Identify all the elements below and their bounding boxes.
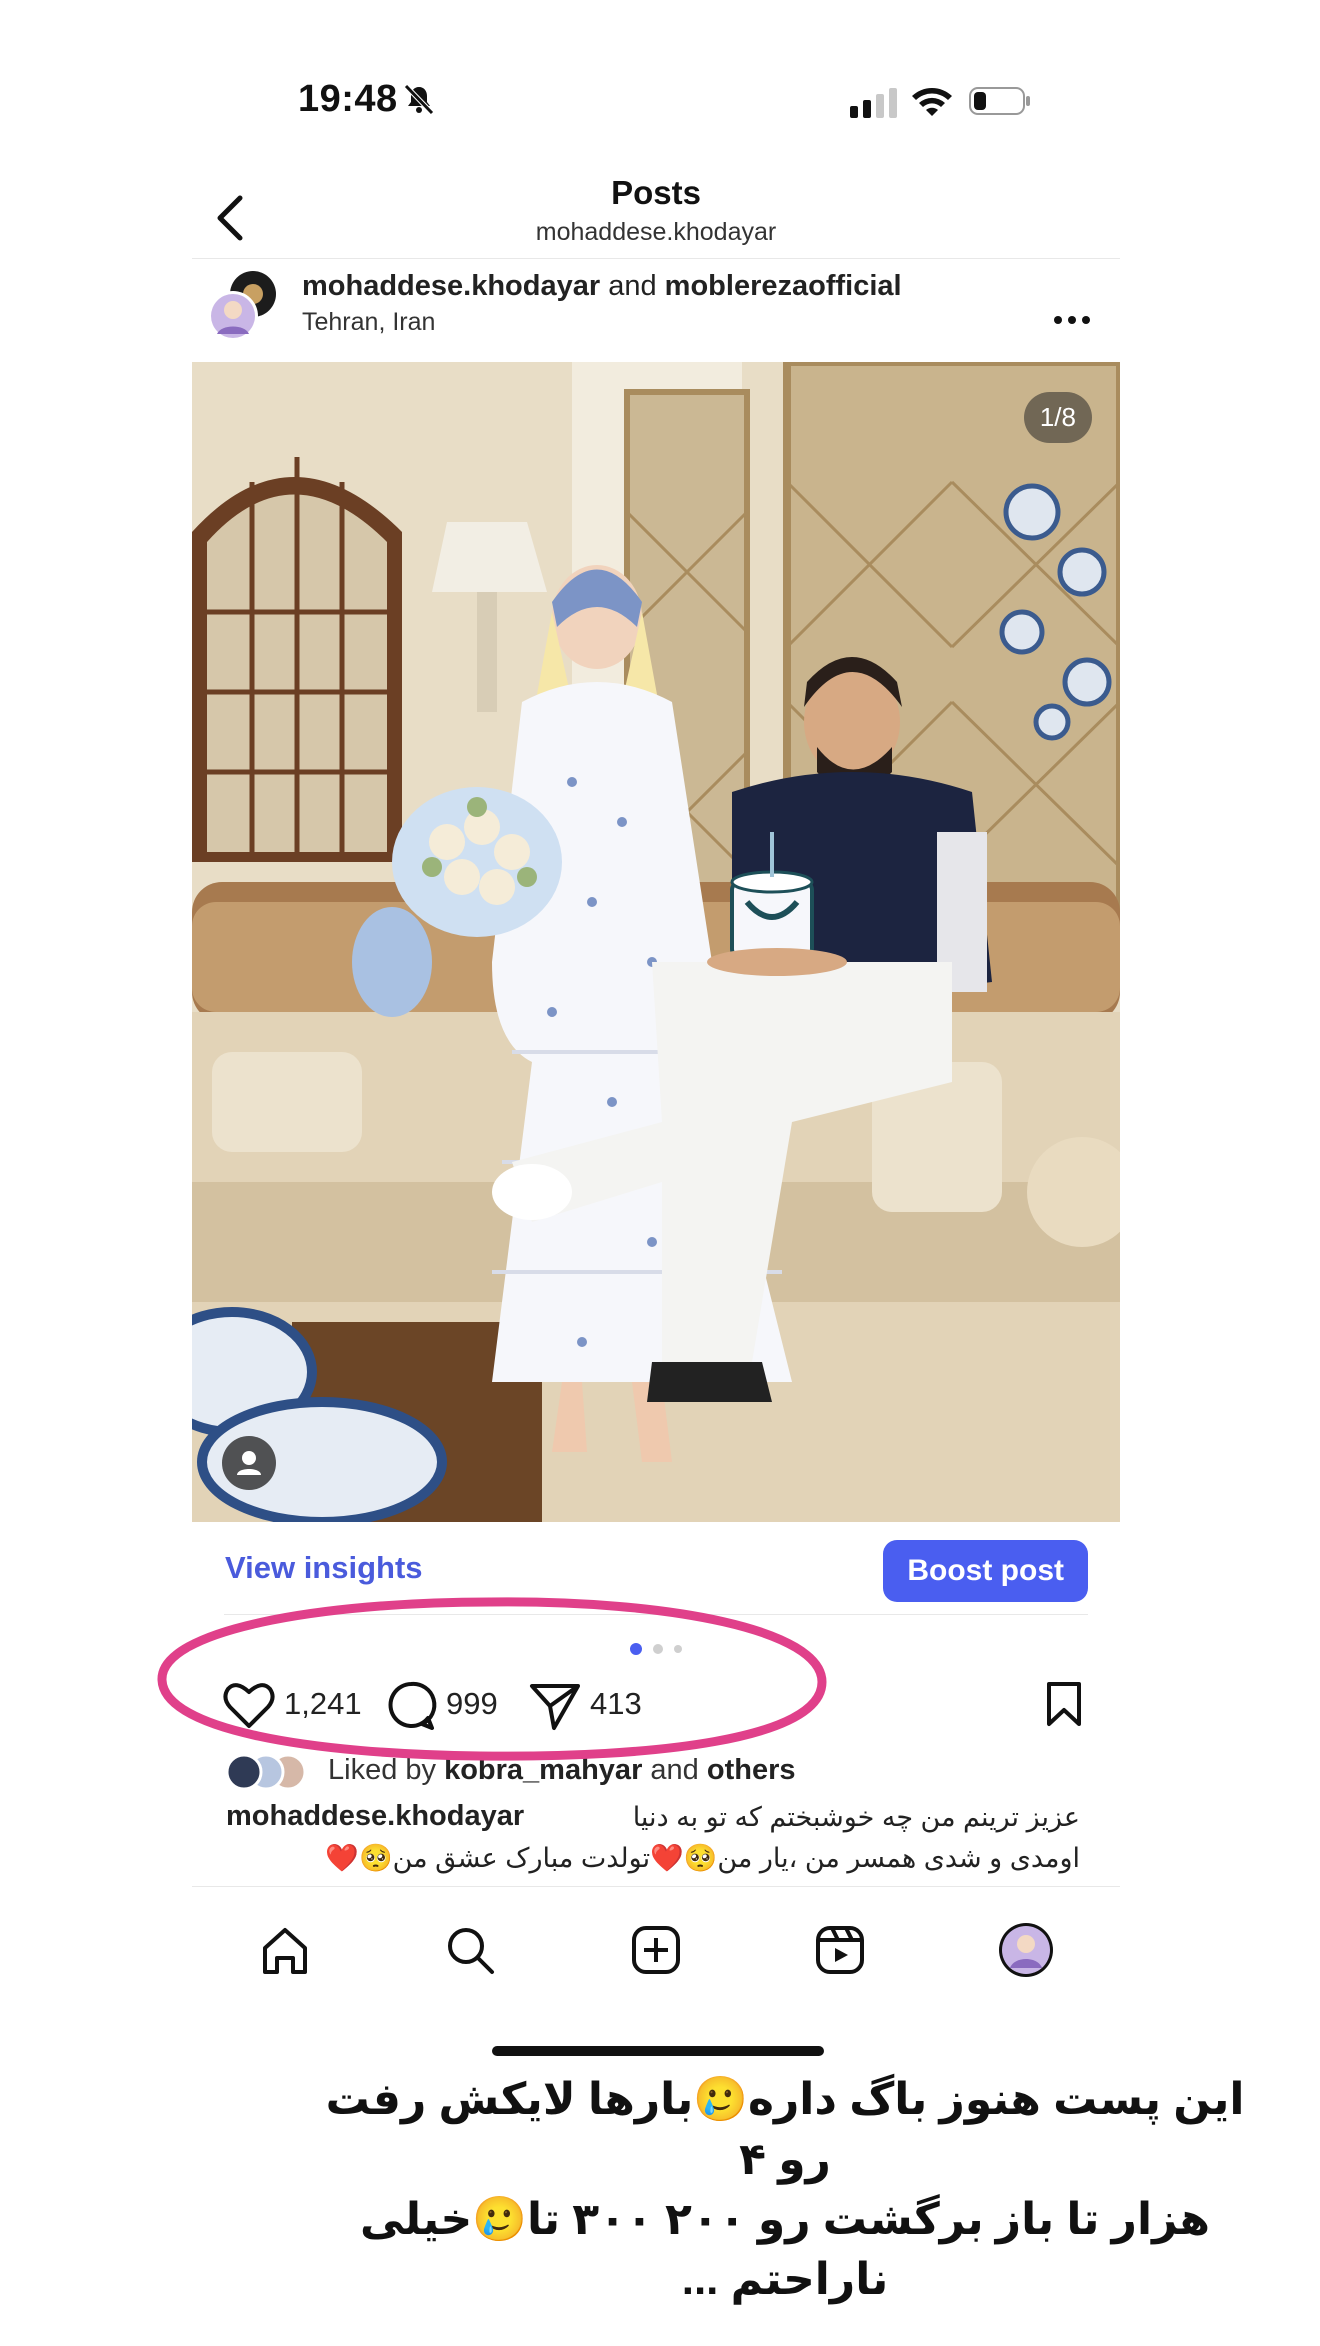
- caption-line-1: عزیز ترینم من چه خوشبختم که تو به دنیا: [632, 1802, 1080, 1832]
- caption-line-2: اومدی و شدی همسر من ،یار من🥺❤️تولدت مبار…: [325, 1843, 1080, 1873]
- post-authors[interactable]: mohaddese.khodayar and moblerezaofficial: [302, 270, 902, 303]
- overlay-line-1: این پست هنوز باگ داره🥲بارها لایکش رفت رو…: [325, 2075, 1245, 2184]
- authors-joiner: and: [608, 270, 657, 302]
- more-options-icon[interactable]: [1052, 314, 1092, 326]
- signal-icon: [850, 88, 897, 118]
- search-icon[interactable]: [442, 1922, 498, 1978]
- wifi-icon: [912, 88, 952, 116]
- boost-post-button[interactable]: Boost post: [883, 1540, 1088, 1602]
- bell-off-icon: [404, 84, 434, 115]
- story-overlay-text: این پست هنوز باگ داره🥲بارها لایکش رفت رو…: [300, 2070, 1270, 2310]
- annotation-circle: [157, 1597, 827, 1761]
- reels-icon[interactable]: [812, 1922, 868, 1978]
- bookmark-icon[interactable]: [1044, 1680, 1084, 1728]
- post-photo[interactable]: 1/8: [192, 362, 1120, 1522]
- create-icon[interactable]: [628, 1922, 684, 1978]
- collab-avatars[interactable]: [208, 270, 278, 342]
- collaborator-username[interactable]: moblerezaofficial: [665, 270, 902, 302]
- page-title: Posts: [611, 174, 701, 211]
- overlay-line-3: ناراحتم ...: [681, 2255, 889, 2304]
- page-subtitle: mohaddese.khodayar: [535, 218, 777, 246]
- tagged-people-button[interactable]: [222, 1436, 276, 1490]
- battery-icon: [969, 87, 1030, 115]
- post-location[interactable]: Tehran, Iran: [302, 308, 435, 337]
- status-time: 19:48: [298, 78, 398, 120]
- caption-username[interactable]: mohaddese.khodayar: [226, 1800, 524, 1833]
- author-username[interactable]: mohaddese.khodayar: [302, 270, 600, 302]
- profile-avatar[interactable]: [998, 1922, 1054, 1978]
- photo-illustration: [192, 362, 1120, 1522]
- person-icon: [237, 1451, 261, 1475]
- slide-counter: 1/8: [1023, 392, 1092, 443]
- view-insights-link[interactable]: View insights: [225, 1550, 423, 1586]
- tabbar-divider: [192, 1886, 1120, 1887]
- home-indicator: [492, 2046, 824, 2056]
- home-icon[interactable]: [257, 1922, 313, 1978]
- header-divider: [192, 258, 1120, 259]
- overlay-line-2: هزار تا باز برگشت رو ۲۰۰ ۳۰۰ تا🥲خیلی: [360, 2195, 1210, 2244]
